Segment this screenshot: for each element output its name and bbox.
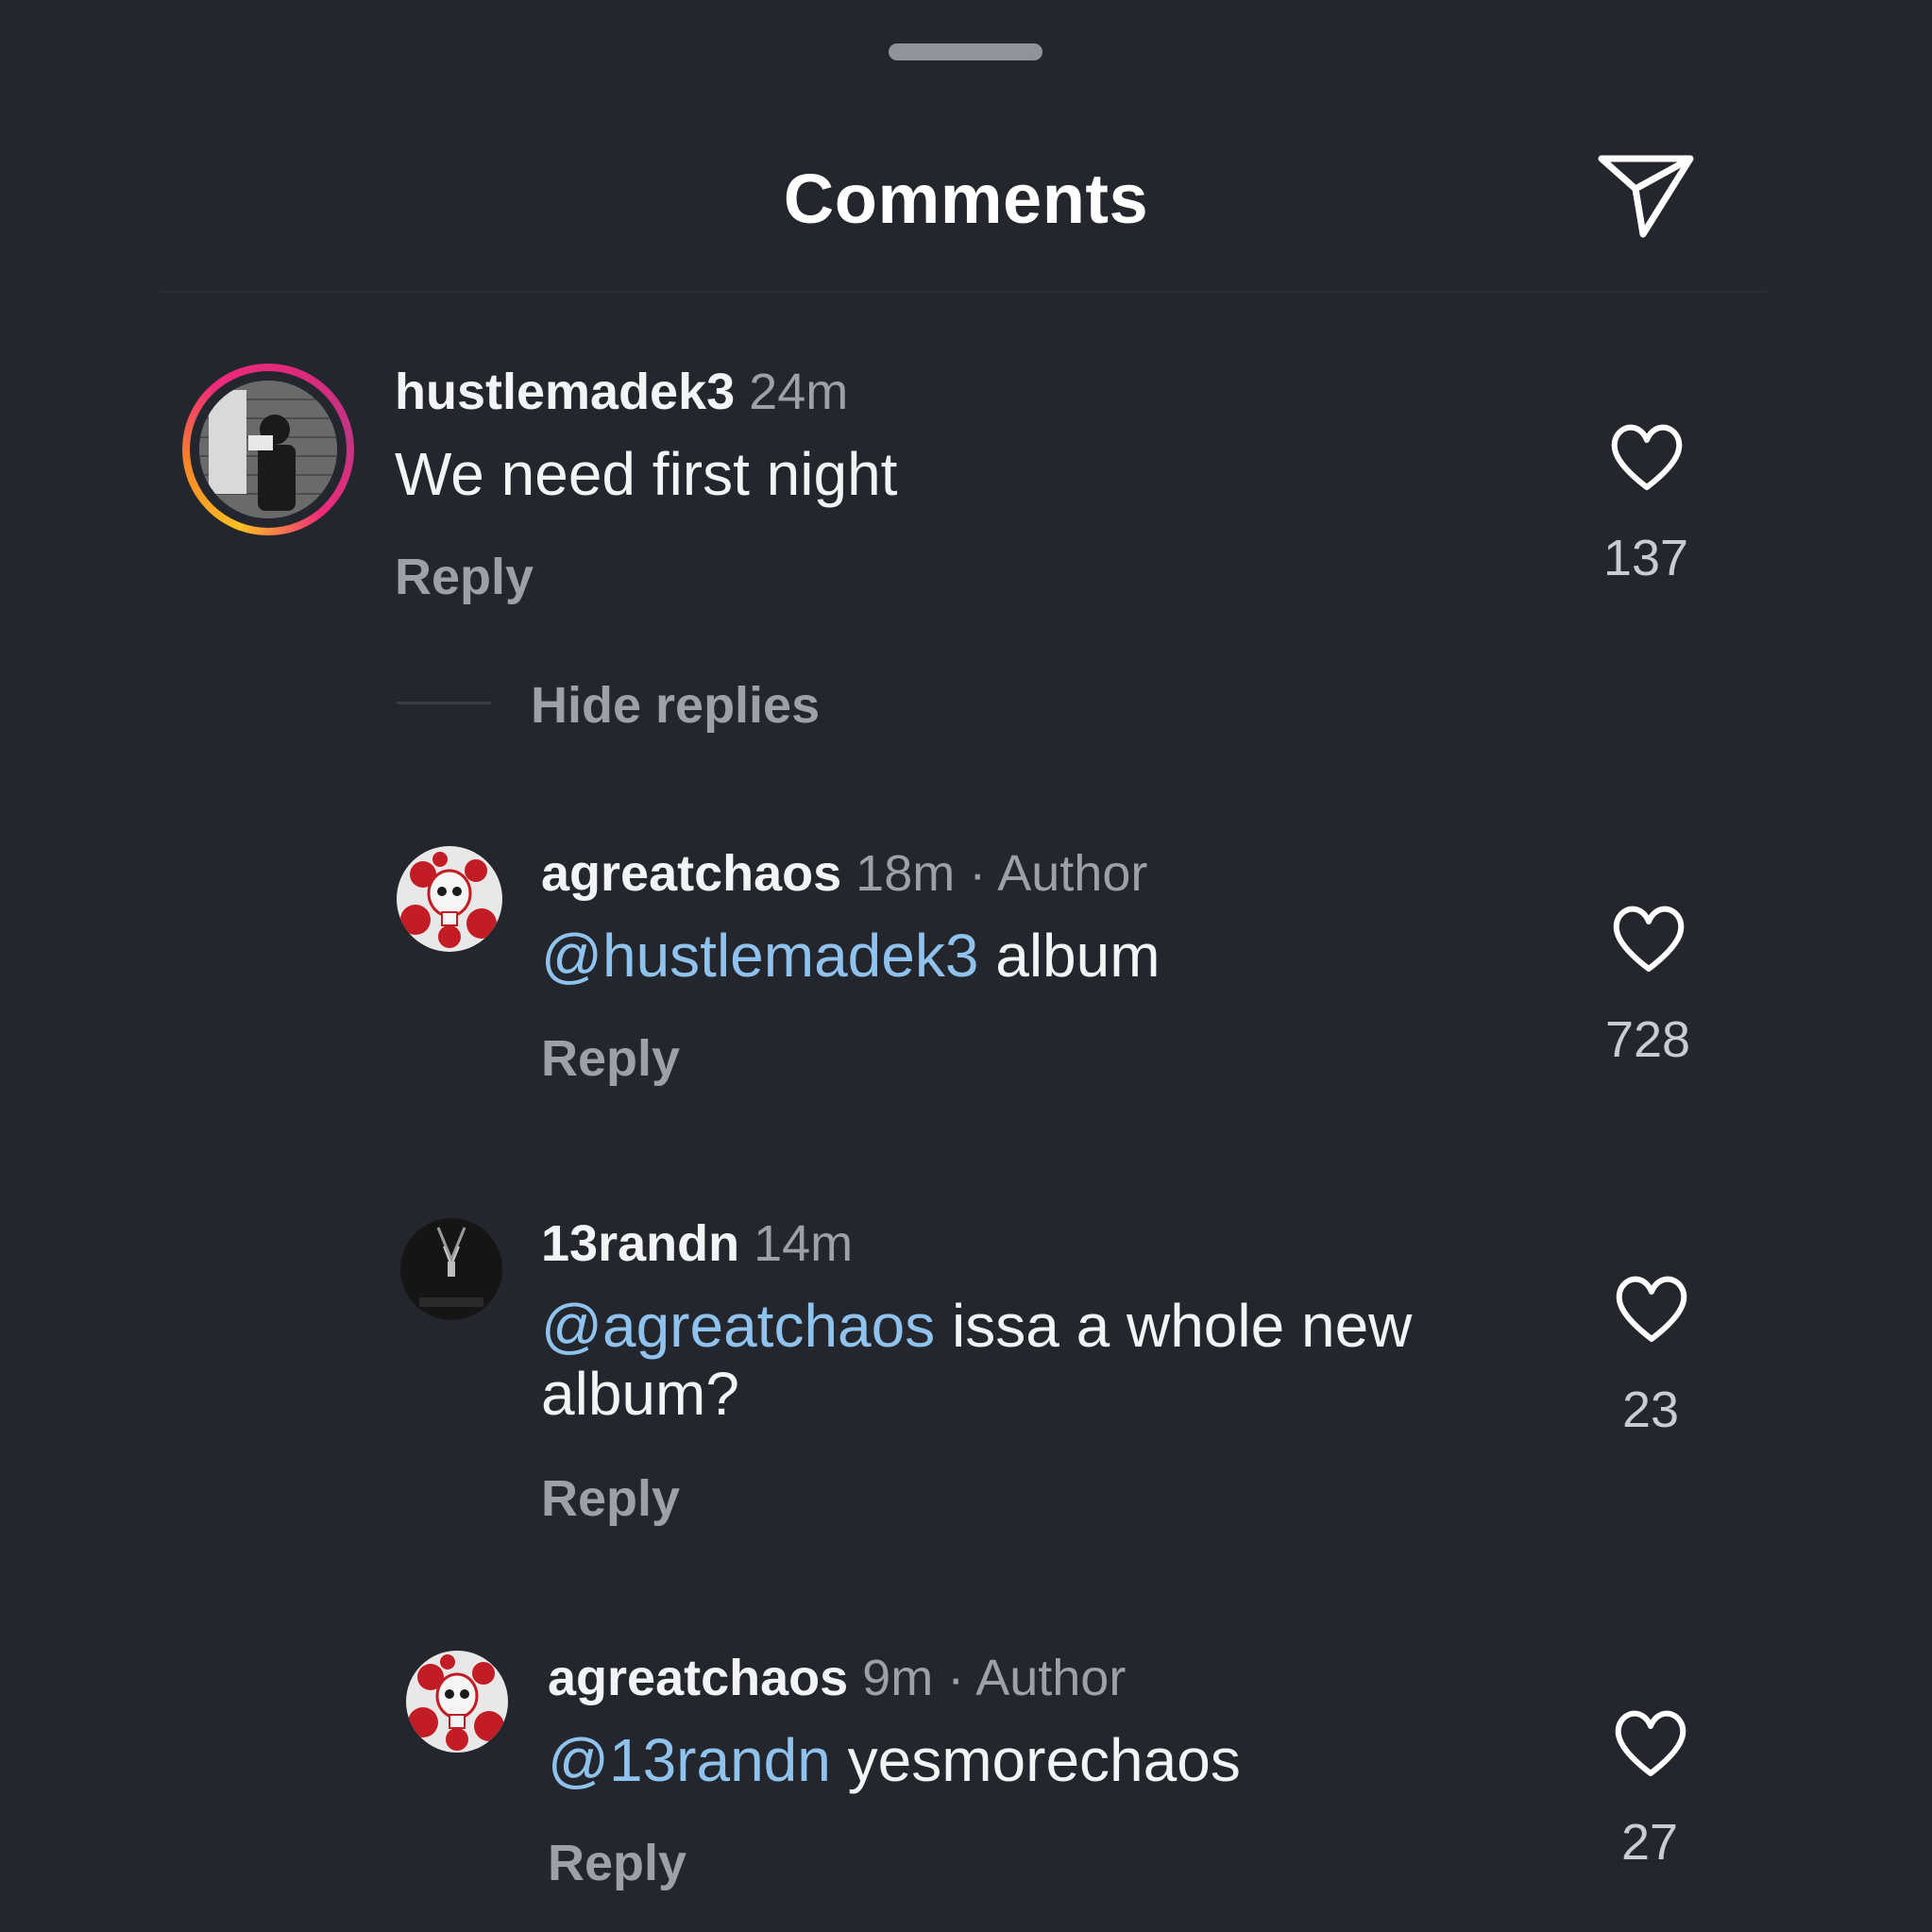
reply-button[interactable]: Reply	[541, 1029, 680, 1088]
like-count: 728	[1604, 1011, 1691, 1068]
author-badge: Author	[975, 1650, 1127, 1706]
heart-icon	[1611, 424, 1683, 490]
reply-message-line1: issa a whole new	[952, 1292, 1413, 1360]
like-count: 23	[1621, 1381, 1680, 1438]
reply-text: @agreatchaos issa a whole new album?	[541, 1292, 1412, 1428]
reply-button[interactable]: Reply	[395, 548, 534, 606]
reply-message: yesmorechaos	[847, 1726, 1241, 1794]
comment-text: We need first night	[395, 440, 898, 508]
reply-meta: 13randn 14m	[541, 1218, 853, 1269]
like-button[interactable]	[1614, 1273, 1689, 1345]
meta-separator: ·	[969, 845, 987, 902]
hide-replies-button[interactable]: Hide replies	[531, 676, 820, 735]
share-button[interactable]	[1596, 151, 1696, 242]
reply-text: @hustlemadek3 album	[541, 922, 1161, 990]
meta-separator: ·	[947, 1650, 965, 1706]
comment-time: 24m	[749, 364, 849, 420]
avatar-story-ring[interactable]	[182, 364, 354, 535]
heart-icon	[1615, 1710, 1686, 1776]
comment-username[interactable]: hustlemadek3	[395, 364, 735, 420]
sheet-grabber-handle[interactable]	[889, 43, 1042, 60]
mention-link[interactable]: @hustlemadek3	[541, 922, 978, 990]
like-count: 27	[1620, 1814, 1679, 1871]
mention-link[interactable]: @13randn	[548, 1726, 831, 1794]
like-button[interactable]	[1609, 421, 1685, 493]
reply-message-line2: album?	[541, 1360, 739, 1428]
mention-link[interactable]: @agreatchaos	[541, 1292, 935, 1360]
reply-meta: agreatchaos 9m · Author	[548, 1652, 1126, 1703]
reply-username[interactable]: agreatchaos	[541, 845, 841, 902]
reply-message: album	[995, 922, 1161, 990]
reply-username[interactable]: agreatchaos	[548, 1650, 848, 1706]
reply-username[interactable]: 13randn	[541, 1215, 739, 1272]
thread-line	[397, 702, 491, 704]
comment-meta: hustlemadek3 24m	[395, 366, 848, 417]
avatar	[199, 381, 337, 518]
paper-plane-icon	[1598, 155, 1694, 238]
reply-time: 14m	[754, 1215, 854, 1272]
reply-time: 9m	[862, 1650, 934, 1706]
like-button[interactable]	[1613, 1707, 1688, 1779]
reply-text: @13randn yesmorechaos	[548, 1726, 1241, 1794]
avatar[interactable]	[397, 846, 502, 952]
reply-meta: agreatchaos 18m · Author	[541, 848, 1147, 899]
reply-button[interactable]: Reply	[548, 1834, 686, 1892]
like-count: 137	[1602, 530, 1689, 586]
heart-icon	[1616, 1276, 1687, 1342]
reply-time: 18m	[856, 845, 956, 902]
like-button[interactable]	[1611, 903, 1686, 974]
header-divider	[161, 291, 1766, 293]
avatar[interactable]	[400, 1218, 502, 1320]
avatar[interactable]	[406, 1651, 508, 1753]
reply-button[interactable]: Reply	[541, 1469, 680, 1528]
heart-icon	[1613, 906, 1685, 972]
author-badge: Author	[997, 845, 1148, 902]
